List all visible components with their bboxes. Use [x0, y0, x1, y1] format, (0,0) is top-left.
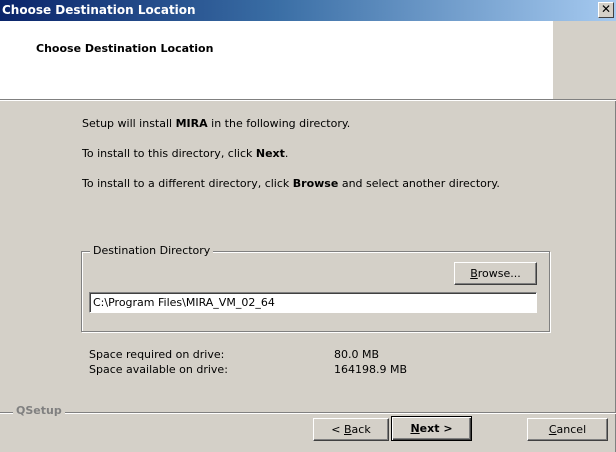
space-available-value: 164198.9 MB — [334, 363, 408, 376]
close-button[interactable]: ✕ — [598, 2, 614, 18]
cancel-button[interactable]: Cancel — [527, 418, 608, 441]
destination-path-field[interactable]: C:\Program Files\MIRA_VM_02_64 — [89, 292, 537, 313]
header-banner: Choose Destination Location — [0, 21, 553, 99]
title-bar[interactable]: Choose Destination Location ✕ — [0, 0, 616, 21]
browse-instruction-line: To install to a different directory, cli… — [82, 177, 500, 190]
close-icon: ✕ — [600, 2, 612, 16]
next-instruction-line: To install to this directory, click Next… — [82, 147, 289, 160]
app-name: MIRA — [175, 117, 208, 130]
window-title: Choose Destination Location — [2, 3, 196, 17]
brand-label: QSetup — [13, 404, 65, 417]
header-divider-highlight — [0, 100, 616, 101]
space-available-label: Space available on drive: — [89, 363, 228, 376]
back-button[interactable]: < Back — [313, 418, 389, 441]
next-button[interactable]: Next > — [391, 416, 472, 441]
installer-window: Choose Destination Location ✕ Choose Des… — [0, 0, 616, 452]
install-info-line: Setup will install MIRA in the following… — [82, 117, 351, 130]
footer-divider-highlight — [0, 413, 616, 414]
destination-group-label: Destination Directory — [90, 244, 214, 257]
space-required-value: 80.0 MB — [334, 348, 380, 361]
header-title: Choose Destination Location — [36, 42, 214, 55]
wizard-header: Choose Destination Location — [0, 21, 616, 101]
browse-button[interactable]: Browse... — [454, 262, 537, 285]
space-required-label: Space required on drive: — [89, 348, 225, 361]
